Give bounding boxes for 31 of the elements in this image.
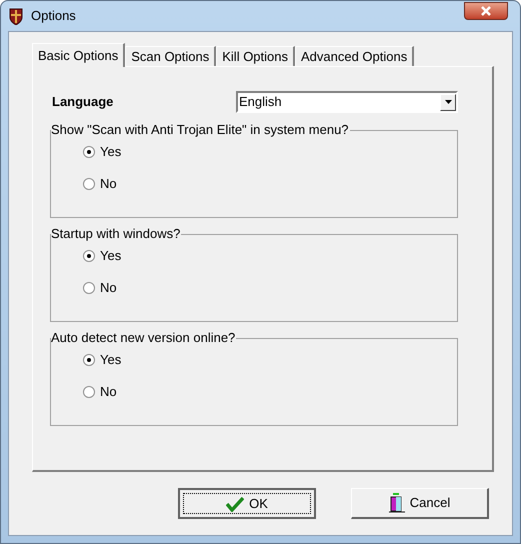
group-title: Show "Scan with Anti Trojan Elite" in system menu?	[51, 122, 350, 138]
shield-icon	[9, 7, 23, 25]
tab[interactable]: Scan Options	[125, 46, 216, 66]
ok-button[interactable]: OK	[178, 488, 316, 519]
tab[interactable]: Advanced Options	[295, 46, 414, 66]
language-dropdown[interactable]: English	[236, 91, 458, 113]
radio-button[interactable]	[83, 282, 95, 294]
close-icon	[480, 6, 492, 16]
radio-button[interactable]	[83, 386, 95, 398]
radio-button[interactable]	[83, 146, 95, 158]
dropdown-button[interactable]	[440, 94, 456, 110]
caret-icon	[444, 100, 452, 104]
language-label: Language	[52, 93, 114, 112]
window-title: Options	[31, 7, 76, 26]
radio-label: Yes	[100, 143, 122, 162]
radio-button[interactable]	[83, 354, 95, 366]
close-button[interactable]	[464, 2, 508, 20]
radio-label: No	[100, 383, 117, 402]
tab[interactable]: Basic Options	[32, 43, 126, 67]
cancel-button[interactable]: Cancel	[351, 488, 489, 519]
group-title: Startup with windows?	[51, 226, 182, 242]
radio-button[interactable]	[83, 178, 95, 190]
tab[interactable]: Kill Options	[216, 46, 295, 66]
radio-label: No	[100, 279, 117, 298]
radio-label: No	[100, 175, 117, 194]
radio-label: Yes	[100, 351, 122, 370]
door-icon	[388, 493, 405, 513]
selected-value: English	[238, 93, 283, 112]
radio-button[interactable]	[83, 250, 95, 262]
checkmark-icon	[226, 496, 244, 512]
radio-label: Yes	[100, 247, 122, 266]
